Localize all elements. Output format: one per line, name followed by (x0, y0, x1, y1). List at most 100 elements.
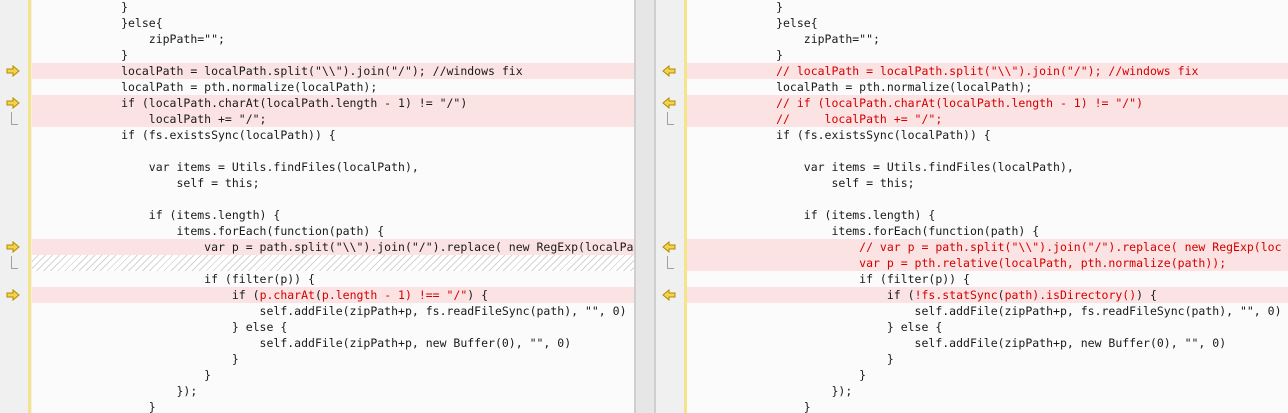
code-line[interactable]: if (p.charAt(p.length - 1) !== "/") { (32, 287, 634, 303)
code-line[interactable]: items.forEach(function(path) { (687, 223, 1288, 239)
code-line-text: self = this; (38, 175, 259, 191)
code-line[interactable]: if (items.length) { (32, 207, 634, 223)
arrow-left-icon[interactable] (662, 241, 678, 253)
code-line[interactable]: } (32, 399, 634, 413)
code-line[interactable]: self.addFile(zipPath+p, fs.readFileSync(… (687, 303, 1288, 319)
code-line[interactable]: } (687, 351, 1288, 367)
code-line[interactable]: } (32, 367, 634, 383)
left-scrollbar-edge[interactable] (634, 0, 636, 413)
code-line[interactable]: // localPath += "/"; (687, 111, 1288, 127)
code-line[interactable] (32, 191, 634, 207)
code-line[interactable]: var p = path.split("\\").join("/").repla… (32, 239, 634, 255)
right-pane: } }else{ zipPath=""; } // localPath = lo… (656, 0, 1288, 413)
code-line-text: localPath = localPath.split("\\").join("… (38, 63, 523, 79)
arrow-left-icon[interactable] (662, 289, 678, 301)
right-code-view[interactable]: } }else{ zipPath=""; } // localPath = lo… (687, 0, 1288, 413)
code-line-text: self = this; (693, 175, 914, 191)
code-token: ) { (1136, 288, 1157, 302)
code-line[interactable]: var items = Utils.findFiles(localPath), (32, 159, 634, 175)
code-line[interactable]: } (32, 47, 634, 63)
code-line[interactable]: } (687, 367, 1288, 383)
code-line[interactable] (687, 191, 1288, 207)
code-line[interactable]: if (fs.existsSync(localPath)) { (687, 127, 1288, 143)
arrow-right-icon[interactable] (6, 97, 22, 109)
code-line[interactable]: self.addFile(zipPath+p, new Buffer(0), "… (687, 335, 1288, 351)
code-token: } (693, 352, 894, 366)
code-token: localPath += "/"; (38, 112, 267, 126)
code-line[interactable]: } (687, 47, 1288, 63)
code-line[interactable]: } (32, 0, 634, 15)
code-line-text: items.forEach(function(path) { (38, 223, 384, 239)
code-line[interactable]: }else{ (32, 15, 634, 31)
code-line[interactable]: if (filter(p)) { (687, 271, 1288, 287)
code-line[interactable]: } else { (32, 319, 634, 335)
code-line[interactable]: } (32, 351, 634, 367)
code-line[interactable]: // var p = path.split("\\").join("/").re… (687, 239, 1288, 255)
code-line[interactable]: localPath = localPath.split("\\").join("… (32, 63, 634, 79)
code-line[interactable]: var items = Utils.findFiles(localPath), (687, 159, 1288, 175)
code-line[interactable]: }else{ (687, 15, 1288, 31)
code-line-text: zipPath=""; (38, 31, 225, 47)
changed-token: // localPath += "/"; (693, 112, 943, 126)
code-token: self.addFile(zipPath+p, fs.readFileSync(… (38, 304, 627, 318)
left-code-view[interactable]: } }else{ zipPath=""; } localPath = local… (32, 0, 634, 413)
code-line[interactable]: localPath = pth.normalize(localPath); (32, 79, 634, 95)
pane-divider[interactable] (636, 0, 654, 413)
code-line[interactable]: if (fs.existsSync(localPath)) { (32, 127, 634, 143)
code-line-text: } else { (693, 319, 942, 335)
arrow-left-icon[interactable] (662, 65, 678, 77)
code-line-text: self.addFile(zipPath+p, fs.readFileSync(… (693, 303, 1282, 319)
code-line-text: // if (localPath.charAt(localPath.length… (693, 95, 1143, 111)
code-line[interactable]: localPath = pth.normalize(localPath); (687, 79, 1288, 95)
code-line[interactable]: var p = pth.relative(localPath, pth.norm… (687, 255, 1288, 271)
code-line[interactable]: if (filter(p)) { (32, 271, 634, 287)
code-line[interactable]: self = this; (687, 175, 1288, 191)
arrow-right-icon[interactable] (6, 241, 22, 253)
code-line[interactable]: zipPath=""; (32, 31, 634, 47)
code-line-text: }else{ (38, 15, 163, 31)
changed-token: // if (localPath.charAt(localPath.length… (693, 96, 1144, 110)
code-line[interactable]: } (687, 399, 1288, 413)
code-line-text: } (693, 47, 783, 63)
arrow-right-icon[interactable] (6, 65, 22, 77)
code-line[interactable] (32, 143, 634, 159)
arrow-left-icon[interactable] (662, 97, 678, 109)
code-token: } (693, 368, 867, 382)
code-line-text: zipPath=""; (693, 31, 880, 47)
change-block-bracket (11, 256, 18, 269)
code-line[interactable]: if (localPath.charAt(localPath.length - … (32, 95, 634, 111)
code-line-text: if (fs.existsSync(localPath)) { (693, 127, 991, 143)
code-line[interactable] (687, 143, 1288, 159)
code-line[interactable]: self.addFile(zipPath+p, new Buffer(0), "… (32, 335, 634, 351)
code-line[interactable]: } (687, 0, 1288, 15)
code-token: if (items.length) { (693, 208, 936, 222)
code-line-text: if (filter(p)) { (38, 271, 315, 287)
code-token: } (38, 48, 129, 62)
changed-token: // var p = path.split("\\").join("/").re… (693, 240, 1282, 254)
changed-token: var p = pth.relative(localPath, pth.norm… (693, 256, 1227, 270)
code-line[interactable]: }); (32, 383, 634, 399)
code-line-text: var p = pth.relative(localPath, pth.norm… (693, 255, 1226, 271)
code-line[interactable]: self.addFile(zipPath+p, fs.readFileSync(… (32, 303, 634, 319)
code-token: self.addFile(zipPath+p, fs.readFileSync(… (693, 304, 1282, 318)
code-line[interactable]: if (!fs.statSync(path).isDirectory()) { (687, 287, 1288, 303)
code-line[interactable]: self = this; (32, 175, 634, 191)
code-token: } (38, 368, 212, 382)
code-line-text: }else{ (693, 15, 818, 31)
code-line[interactable]: zipPath=""; (687, 31, 1288, 47)
code-line[interactable]: items.forEach(function(path) { (32, 223, 634, 239)
arrow-right-icon[interactable] (6, 289, 22, 301)
code-line[interactable]: } else { (687, 319, 1288, 335)
change-block-bracket (667, 112, 674, 125)
code-line[interactable]: // if (localPath.charAt(localPath.length… (687, 95, 1288, 111)
code-line[interactable]: }); (687, 383, 1288, 399)
code-line[interactable]: // localPath = localPath.split("\\").joi… (687, 63, 1288, 79)
code-line[interactable]: localPath += "/"; (32, 111, 634, 127)
change-block-bracket (667, 256, 674, 269)
code-token: if ( (693, 288, 915, 302)
code-line[interactable]: if (items.length) { (687, 207, 1288, 223)
changed-token: p.length - 1) !== "/" (321, 288, 468, 302)
code-line[interactable] (32, 255, 634, 271)
code-token: } (693, 0, 784, 14)
changed-token: !fs.statSync (914, 288, 998, 302)
